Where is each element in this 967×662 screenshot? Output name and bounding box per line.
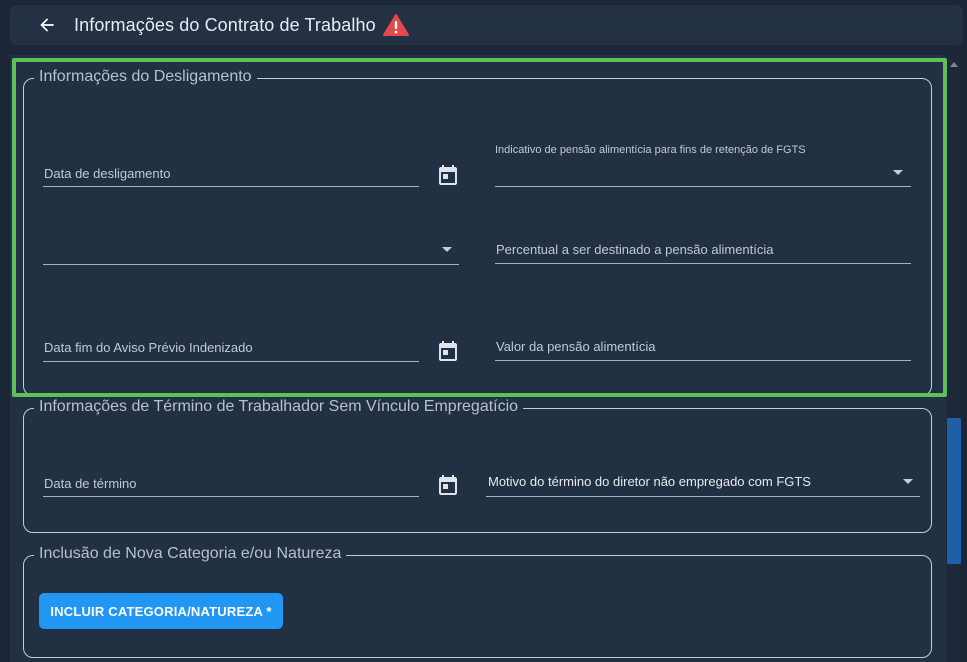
page-header: Informações do Contrato de Trabalho	[10, 5, 963, 45]
select-value: Motivo do término do diretor não emprega…	[488, 474, 811, 489]
indicativo-pensao-select[interactable]: Indicativo de pensão alimentícia para fi…	[495, 140, 911, 187]
data-termino-field[interactable]: Data de término	[43, 470, 419, 497]
section-legend: Informações de Término de Trabalhador Se…	[34, 398, 524, 416]
data-desligamento-field[interactable]: Data de desligamento	[43, 160, 419, 187]
section-legend: Informações do Desligamento	[34, 68, 257, 86]
scrollbar-thumb[interactable]	[947, 418, 961, 564]
field-label: Indicativo de pensão alimentícia para fi…	[495, 144, 806, 156]
app-window: Informações do Contrato de Trabalho Info…	[0, 0, 967, 662]
chevron-down-icon	[903, 479, 913, 484]
calendar-icon[interactable]	[436, 340, 460, 364]
field-label: Data de desligamento	[44, 166, 171, 181]
field-label: Data fim do Aviso Prévio Indenizado	[44, 340, 253, 355]
data-fim-aviso-field[interactable]: Data fim do Aviso Prévio Indenizado	[43, 334, 419, 362]
scrollbar-track[interactable]	[946, 55, 962, 662]
calendar-icon[interactable]	[436, 164, 460, 188]
valor-pensao-field[interactable]: Valor da pensão alimentícia	[495, 333, 911, 361]
field-label: Percentual a ser destinado a pensão alim…	[496, 242, 774, 257]
field-label: Valor da pensão alimentícia	[496, 339, 656, 354]
arrow-left-icon	[40, 18, 54, 32]
section-legend: Inclusão de Nova Categoria e/ou Natureza	[34, 545, 347, 563]
page-title: Informações do Contrato de Trabalho	[74, 14, 376, 35]
scroll-up-arrow-icon[interactable]	[950, 62, 958, 67]
chevron-down-icon	[442, 247, 452, 252]
motivo-termino-select[interactable]: Motivo do término do diretor não emprega…	[486, 468, 920, 497]
incluir-categoria-button[interactable]: INCLUIR CATEGORIA/NATUREZA *	[39, 593, 283, 629]
percentual-pensao-field[interactable]: Percentual a ser destinado a pensão alim…	[495, 236, 911, 264]
chevron-down-icon	[893, 170, 903, 175]
back-button[interactable]	[32, 10, 62, 40]
warning-triangle-icon	[382, 14, 409, 36]
field-label: Data de término	[44, 476, 137, 491]
calendar-icon[interactable]	[436, 474, 460, 498]
unlabeled-select[interactable]	[43, 234, 459, 265]
